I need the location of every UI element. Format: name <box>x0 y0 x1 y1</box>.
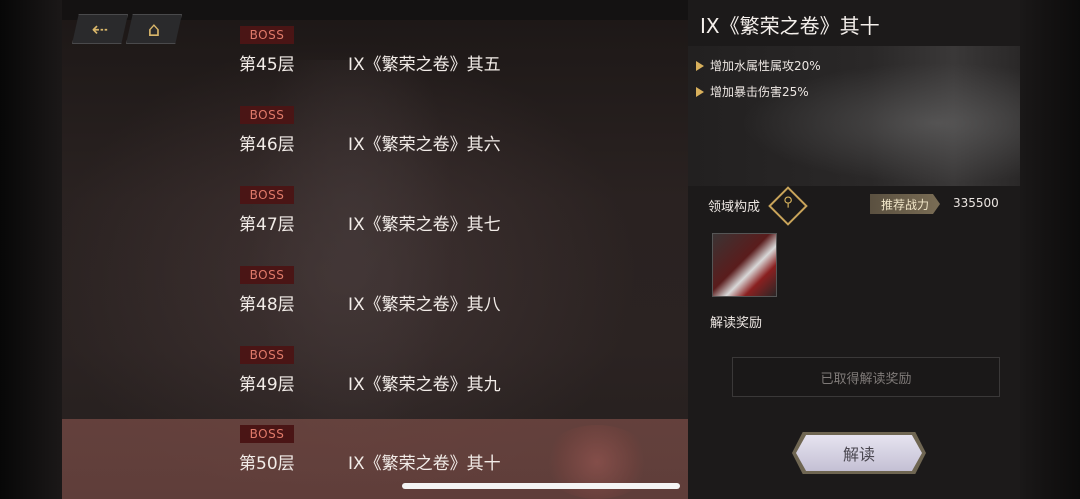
boss-tag: BOSS <box>240 346 294 364</box>
buff-text: 增加暴击伤害25% <box>710 85 809 99</box>
floor-number: 第49层 <box>239 375 295 395</box>
floor-row[interactable]: BOSS 第49层 IX《繁荣之卷》其九 <box>62 340 688 420</box>
reward-claimed-box: 已取得解读奖励 <box>732 357 1000 397</box>
floor-number: 第50层 <box>239 454 295 474</box>
floor-row[interactable]: BOSS 第45层 IX《繁荣之卷》其五 <box>62 20 688 100</box>
buff-line: 增加水属性属攻20% <box>696 57 821 74</box>
stage-name: IX《繁荣之卷》其六 <box>348 135 501 155</box>
floor-number: 第45层 <box>239 55 295 75</box>
stage-name: IX《繁荣之卷》其九 <box>348 375 501 395</box>
stage-name: IX《繁荣之卷》其五 <box>348 55 501 75</box>
enemy-portrait[interactable] <box>712 233 777 297</box>
stage-name: IX《繁荣之卷》其十 <box>348 454 501 474</box>
reward-label: 解读奖励 <box>710 316 763 331</box>
floor-number: 第48层 <box>239 295 295 315</box>
boss-tag: BOSS <box>240 266 294 284</box>
detail-title: IX《繁荣之卷》其十 <box>700 14 880 38</box>
floor-number: 第47层 <box>239 215 295 235</box>
start-button[interactable]: 解读 <box>796 435 922 471</box>
left-bezel <box>0 0 62 499</box>
boss-tag: BOSS <box>240 26 294 44</box>
bullet-triangle-icon <box>696 86 704 97</box>
search-icon: ⚲ <box>783 195 793 211</box>
bullet-triangle-icon <box>696 60 704 71</box>
power-value: 335500 <box>953 196 999 210</box>
buff-box: 增加水属性属攻20% 增加暴击伤害25% <box>688 46 1020 186</box>
buff-line: 增加暴击伤害25% <box>696 83 809 100</box>
detail-panel: IX《繁荣之卷》其十 增加水属性属攻20% 增加暴击伤害25% 领域构成 ⚲ 推… <box>688 0 1020 499</box>
domain-search-button[interactable]: ⚲ <box>768 186 808 226</box>
floor-row[interactable]: BOSS 第46层 IX《繁荣之卷》其六 <box>62 100 688 180</box>
power-label: 推荐战力 <box>870 194 940 214</box>
home-indicator[interactable] <box>402 483 680 489</box>
boss-tag: BOSS <box>240 186 294 204</box>
right-bezel <box>1020 0 1080 499</box>
boss-tag: BOSS <box>240 106 294 124</box>
floor-row[interactable]: BOSS 第47层 IX《繁荣之卷》其七 <box>62 180 688 260</box>
stage-name: IX《繁荣之卷》其七 <box>348 215 501 235</box>
floor-row[interactable]: BOSS 第48层 IX《繁荣之卷》其八 <box>62 260 688 340</box>
domain-label: 领域构成 <box>708 200 761 215</box>
stage-name: IX《繁荣之卷》其八 <box>348 295 501 315</box>
buff-text: 增加水属性属攻20% <box>710 59 821 73</box>
boss-tag: BOSS <box>240 425 294 443</box>
floor-number: 第46层 <box>239 135 295 155</box>
